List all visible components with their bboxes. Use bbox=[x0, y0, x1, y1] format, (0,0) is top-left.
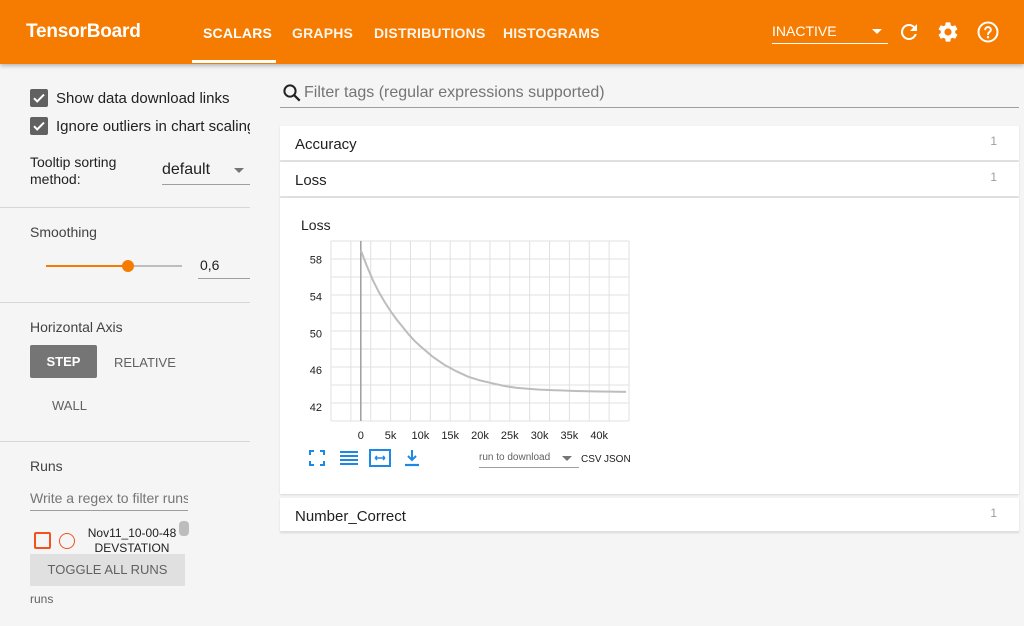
category-accuracy[interactable]: Accuracy 1 bbox=[280, 126, 1019, 161]
smoothing-title: Smoothing bbox=[30, 224, 97, 240]
loss-series-line bbox=[359, 249, 627, 393]
sidebar: Show data download links Ignore outliers… bbox=[0, 64, 262, 626]
x-tick-label: 20k bbox=[471, 430, 489, 442]
show-download-links-label: Show data download links bbox=[56, 90, 230, 107]
chevron-down-icon bbox=[872, 29, 882, 34]
x-tick-label: 10k bbox=[412, 430, 430, 442]
category-count: 1 bbox=[990, 134, 997, 148]
y-tick-label: 58 bbox=[310, 254, 322, 266]
axis-wall-button[interactable]: WALL bbox=[52, 398, 87, 413]
x-tick-label: 40k bbox=[590, 430, 608, 442]
csv-download-link[interactable]: CSV bbox=[581, 454, 602, 465]
category-name: Number_Correct bbox=[295, 508, 406, 525]
divider bbox=[0, 207, 250, 208]
category-count: 1 bbox=[990, 506, 997, 520]
refresh-icon[interactable] bbox=[897, 20, 921, 44]
x-tick-label: 30k bbox=[531, 430, 549, 442]
runs-filter-placeholder: Write a regex to filter runs bbox=[30, 490, 188, 506]
search-icon bbox=[282, 83, 302, 108]
app-title: TensorBoard bbox=[26, 21, 141, 42]
status-dropdown[interactable]: INACTIVE bbox=[772, 22, 888, 44]
chevron-down-icon bbox=[234, 168, 244, 173]
chart-title: Loss bbox=[301, 217, 331, 233]
status-dropdown-value: INACTIVE bbox=[772, 23, 837, 39]
loss-chart-card: Loss 42 46 50 54 58 0 5k 10k 15k 20k 25k 30k 35k 40k … bbox=[280, 198, 1019, 494]
runs-title: Runs bbox=[30, 458, 63, 474]
fit-domain-icon[interactable] bbox=[369, 449, 391, 472]
run-name-label: Nov11_10-00-48 DEVSTATION bbox=[82, 526, 182, 556]
ignore-outliers-label: Ignore outliers in chart scaling bbox=[56, 118, 250, 135]
category-name: Accuracy bbox=[295, 136, 357, 153]
axis-relative-button[interactable]: RELATIVE bbox=[114, 355, 176, 370]
app-toolbar: TensorBoard SCALARS GRAPHS DISTRIBUTIONS… bbox=[0, 0, 1024, 64]
y-tick-label: 42 bbox=[310, 402, 322, 414]
smoothing-input[interactable]: 0,6 bbox=[198, 252, 250, 279]
ignore-outliers-checkbox[interactable]: Ignore outliers in chart scaling bbox=[30, 116, 250, 136]
x-tick-label: 35k bbox=[561, 430, 579, 442]
toggle-all-runs-button[interactable]: TOGGLE ALL RUNS bbox=[30, 554, 185, 586]
run-to-download-value: run to download bbox=[479, 452, 551, 463]
tab-graphs[interactable]: GRAPHS bbox=[292, 25, 353, 41]
x-tick-label: 25k bbox=[501, 430, 519, 442]
run-radio-button[interactable] bbox=[59, 533, 75, 549]
horizontal-axis-title: Horizontal Axis bbox=[30, 319, 123, 335]
log-scale-icon[interactable] bbox=[339, 449, 359, 472]
run-checkbox[interactable] bbox=[34, 532, 51, 549]
category-name: Loss bbox=[295, 172, 327, 189]
tooltip-sorting-label: Tooltip sorting method: bbox=[30, 154, 117, 187]
active-tab-indicator bbox=[192, 60, 276, 63]
chevron-down-icon bbox=[562, 456, 572, 461]
axis-step-button[interactable]: STEP bbox=[30, 345, 97, 378]
loss-line-chart[interactable]: 42 46 50 54 58 0 5k 10k 15k 20k 25k 30k 35k 40k bbox=[298, 236, 638, 446]
smoothing-slider-fill bbox=[46, 265, 128, 267]
runs-footer-label: runs bbox=[30, 592, 54, 606]
help-icon[interactable] bbox=[976, 20, 1000, 44]
category-number-correct[interactable]: Number_Correct 1 bbox=[280, 498, 1019, 532]
tab-scalars[interactable]: SCALARS bbox=[203, 25, 272, 41]
show-download-links-checkbox[interactable]: Show data download links bbox=[30, 88, 250, 108]
checkbox-checked-icon[interactable] bbox=[30, 117, 48, 135]
divider bbox=[0, 441, 250, 442]
category-count: 1 bbox=[990, 170, 997, 184]
runs-filter-input[interactable]: Write a regex to filter runs bbox=[30, 487, 188, 511]
smoothing-slider-thumb[interactable] bbox=[122, 260, 134, 272]
y-tick-label: 54 bbox=[310, 291, 322, 303]
tag-filter-input[interactable]: Filter tags (regular expressions support… bbox=[280, 78, 1019, 108]
runs-scrollbar[interactable] bbox=[179, 521, 189, 536]
tag-filter-placeholder: Filter tags (regular expressions support… bbox=[304, 84, 605, 101]
settings-gear-icon[interactable] bbox=[936, 20, 960, 44]
run-to-download-dropdown[interactable]: run to download bbox=[479, 450, 579, 468]
tooltip-sorting-value: default bbox=[162, 161, 211, 178]
tab-distributions[interactable]: DISTRIBUTIONS bbox=[374, 25, 486, 41]
tab-histograms[interactable]: HISTOGRAMS bbox=[503, 25, 600, 41]
y-tick-label: 50 bbox=[310, 328, 322, 340]
divider bbox=[0, 302, 250, 303]
checkbox-checked-icon[interactable] bbox=[30, 89, 48, 107]
category-loss[interactable]: Loss 1 bbox=[280, 162, 1019, 197]
tooltip-sorting-dropdown[interactable]: default bbox=[162, 158, 250, 185]
x-tick-label: 5k bbox=[385, 430, 397, 442]
y-tick-label: 46 bbox=[310, 365, 322, 377]
x-tick-label: 15k bbox=[441, 430, 459, 442]
download-icon[interactable] bbox=[403, 449, 421, 472]
smoothing-value: 0,6 bbox=[200, 257, 220, 273]
fullscreen-icon[interactable] bbox=[308, 449, 326, 472]
json-download-link[interactable]: JSON bbox=[604, 454, 631, 465]
x-tick-label: 0 bbox=[358, 430, 364, 442]
run-name-line1: Nov11_10-00-48 bbox=[87, 526, 177, 540]
main-content: Filter tags (regular expressions support… bbox=[262, 64, 1024, 626]
